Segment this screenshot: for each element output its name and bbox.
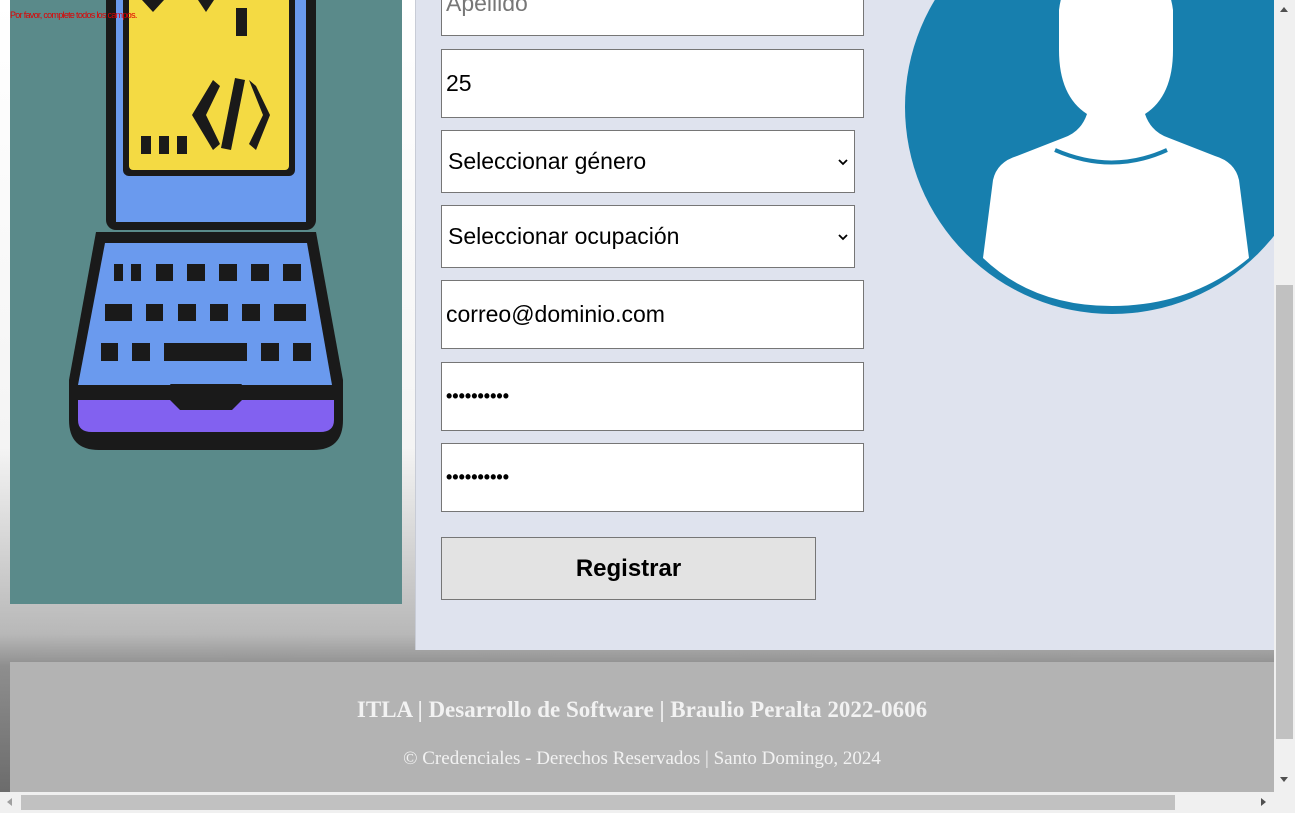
scroll-right-icon[interactable]: [1261, 798, 1266, 806]
ocupacion-select[interactable]: Seleccionar ocupación: [441, 205, 855, 268]
email-input[interactable]: correo@dominio.com: [441, 280, 864, 349]
illustration-panel: [10, 0, 402, 604]
genero-select-value: Seleccionar género: [448, 148, 647, 174]
scroll-down-icon[interactable]: [1280, 777, 1288, 782]
chevron-down-icon: [838, 158, 848, 165]
laptop-code-illustration-icon: [69, 0, 343, 450]
horizontal-scrollbar[interactable]: [0, 792, 1274, 813]
ocupacion-select-value: Seleccionar ocupación: [448, 223, 680, 249]
footer-line-credits: ITLA | Desarrollo de Software | Braulio …: [356, 697, 928, 722]
vertical-scrollbar[interactable]: [1274, 0, 1295, 792]
confirm-password-input[interactable]: ••••••••••: [441, 443, 864, 512]
error-message: Por favor, complete todos los campos.: [10, 10, 137, 20]
genero-select[interactable]: Seleccionar género: [441, 130, 855, 193]
horizontal-scroll-thumb[interactable]: [21, 795, 1175, 810]
register-button[interactable]: Registrar: [441, 537, 816, 600]
password-input[interactable]: ••••••••••: [441, 362, 864, 431]
apellido-input[interactable]: Apellido: [441, 0, 864, 36]
chevron-down-icon: [838, 233, 848, 240]
user-avatar-icon: [905, 0, 1295, 314]
scroll-up-icon[interactable]: [1280, 7, 1288, 12]
edad-input[interactable]: 25: [441, 49, 864, 118]
vertical-scroll-thumb[interactable]: [1276, 285, 1293, 739]
footer: ITLA | Desarrollo de Software | Braulio …: [10, 662, 1274, 792]
scroll-left-icon[interactable]: [7, 798, 12, 806]
footer-line-copyright: © Credenciales - Derechos Reservados | S…: [403, 748, 881, 769]
scrollbar-corner: [1274, 792, 1295, 813]
